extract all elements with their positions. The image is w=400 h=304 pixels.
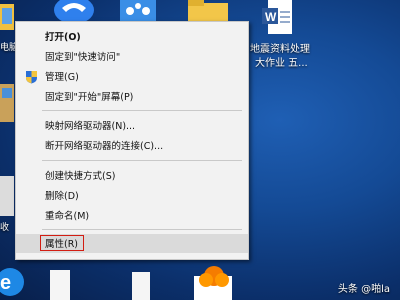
menu-item-label: 删除(D) xyxy=(45,191,79,202)
desktop-label-word-file: 地震资料处理 xyxy=(250,44,310,55)
context-menu: 打开(O) 固定到"快速访问" 管理(G) 固定到"开始"屏幕(P) 映射网络驱… xyxy=(15,21,249,260)
network-icon[interactable] xyxy=(120,0,156,22)
menu-item-label: 管理(G) xyxy=(45,72,79,83)
menu-separator xyxy=(42,160,242,161)
menu-item-label: 固定到"开始"屏幕(P) xyxy=(45,92,134,103)
menu-item-pin-start[interactable]: 固定到"开始"屏幕(P) xyxy=(16,87,248,106)
cloud-app-icon[interactable] xyxy=(194,264,234,300)
menu-item-open[interactable]: 打开(O) xyxy=(16,27,248,46)
desktop-label-recycle: 收 xyxy=(0,223,10,233)
menu-item-label: 重命名(M) xyxy=(45,211,90,222)
file-icon[interactable] xyxy=(132,272,154,300)
menu-separator xyxy=(42,229,242,230)
menu-separator xyxy=(42,110,242,111)
menu-item-label: 映射网络驱动器(N)... xyxy=(45,121,136,132)
menu-item-disconnect-drive[interactable]: 断开网络驱动器的连接(C)... xyxy=(16,136,248,155)
menu-item-label: 属性(R) xyxy=(45,239,79,250)
menu-item-label: 固定到"快速访问" xyxy=(45,52,121,63)
menu-item-create-shortcut[interactable]: 创建快捷方式(S) xyxy=(16,166,248,185)
menu-item-label: 创建快捷方式(S) xyxy=(45,171,116,182)
menu-item-rename[interactable]: 重命名(M) xyxy=(16,206,248,225)
computer-icon[interactable] xyxy=(0,0,14,38)
menu-item-label: 断开网络驱动器的连接(C)... xyxy=(45,141,164,152)
word-icon[interactable]: W xyxy=(262,0,294,36)
svg-text:W: W xyxy=(265,10,277,24)
watermark: 头条 @啪la xyxy=(337,284,390,295)
edge-icon[interactable]: e xyxy=(0,262,28,300)
shield-icon xyxy=(26,71,37,84)
menu-item-label: 打开(O) xyxy=(45,32,81,43)
menu-item-pin-quick-access[interactable]: 固定到"快速访问" xyxy=(16,47,248,66)
left-app-icon[interactable] xyxy=(0,84,14,124)
svg-text:e: e xyxy=(0,272,11,294)
left-doc-icon[interactable] xyxy=(0,176,14,218)
menu-item-manage[interactable]: 管理(G) xyxy=(16,67,248,86)
desktop-label-word-folder: 大作业 五... xyxy=(255,58,308,69)
menu-item-delete[interactable]: 删除(D) xyxy=(16,186,248,205)
menu-item-map-drive[interactable]: 映射网络驱动器(N)... xyxy=(16,116,248,135)
file-icon[interactable] xyxy=(50,270,72,300)
menu-item-properties[interactable]: 属性(R) xyxy=(16,234,248,253)
